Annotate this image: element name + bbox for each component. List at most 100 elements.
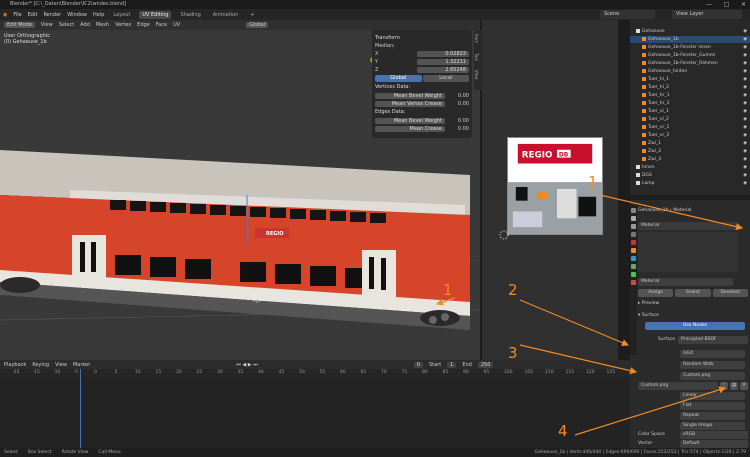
visibility-eye-icon[interactable]: ◉ bbox=[743, 68, 747, 75]
material-slot-list[interactable]: Material bbox=[638, 222, 738, 230]
outliner-row[interactable]: Gehaeuse_1b-Fenster innen ◉ bbox=[630, 44, 750, 51]
mean-crease-field[interactable]: Mean Crease bbox=[375, 125, 445, 132]
projection-dropdown[interactable]: Flat bbox=[680, 402, 745, 410]
visibility-eye-icon[interactable]: ◉ bbox=[743, 44, 747, 51]
outliner-row[interactable]: Tuer_hl_1 ◉ bbox=[630, 76, 750, 83]
vector-field[interactable]: Default bbox=[680, 440, 748, 448]
outliner-row[interactable]: Gehaeuse ◉ bbox=[630, 28, 750, 35]
tl-menu-view[interactable]: View bbox=[55, 362, 67, 368]
maximize-icon[interactable]: □ bbox=[724, 0, 730, 9]
interpolation-dropdown[interactable]: Linear bbox=[680, 392, 745, 400]
end-frame-field[interactable]: 250 bbox=[477, 361, 494, 368]
tab-view[interactable]: View bbox=[474, 66, 479, 84]
minimize-icon[interactable]: — bbox=[706, 0, 712, 9]
material-slot-area[interactable] bbox=[638, 232, 738, 272]
viewlayer-selector[interactable]: View Layer bbox=[672, 10, 742, 19]
playback-controls-icon[interactable]: ⏮ ◀ ▶ ⏭ bbox=[236, 362, 257, 368]
data-tab-icon[interactable] bbox=[631, 272, 636, 277]
visibility-eye-icon[interactable]: ◉ bbox=[743, 52, 747, 59]
outliner-row[interactable]: Zwi_3 ◉ bbox=[630, 156, 750, 163]
material-name-field[interactable]: Material bbox=[638, 278, 733, 286]
fake-user-icon[interactable]: ♡ bbox=[720, 382, 728, 390]
menu-window[interactable]: Window bbox=[67, 12, 87, 18]
preview-section[interactable]: ▸ Preview bbox=[638, 300, 748, 308]
visibility-eye-icon[interactable]: ◉ bbox=[743, 92, 747, 99]
global-toggle[interactable]: Global bbox=[375, 75, 422, 82]
output-tab-icon[interactable] bbox=[631, 224, 636, 229]
menu-render[interactable]: Render bbox=[43, 12, 61, 18]
visibility-eye-icon[interactable]: ◉ bbox=[743, 180, 747, 187]
visibility-eye-icon[interactable]: ◉ bbox=[743, 36, 747, 43]
uv-texture-image[interactable]: REGIO DB bbox=[507, 137, 603, 235]
tab-shading[interactable]: Shading bbox=[177, 11, 203, 19]
physics-tab-icon[interactable] bbox=[631, 264, 636, 269]
outliner-row[interactable]: Gehaeuse_1b-Fenster_Rahmen ◉ bbox=[630, 60, 750, 67]
scene-selector[interactable]: Scene bbox=[600, 10, 655, 19]
visibility-eye-icon[interactable]: ◉ bbox=[743, 156, 747, 163]
mean-vertex-crease-field[interactable]: Mean Vertex Crease bbox=[375, 100, 445, 107]
vp-menu-mesh[interactable]: Mesh bbox=[96, 22, 109, 28]
surface-shader-field[interactable]: Principled BSDF bbox=[678, 336, 748, 344]
menu-edit[interactable]: Edit bbox=[28, 12, 38, 18]
visibility-eye-icon[interactable]: ◉ bbox=[743, 84, 747, 91]
visibility-eye-icon[interactable]: ◉ bbox=[743, 172, 747, 179]
extension-dropdown[interactable]: Repeat bbox=[680, 412, 745, 420]
outliner-row[interactable]: Tuer_vr_2 ◉ bbox=[630, 132, 750, 139]
outliner-row[interactable]: Tuer_vr_1 ◉ bbox=[630, 124, 750, 131]
blender-logo-icon[interactable]: ◉ bbox=[3, 12, 7, 18]
playhead[interactable] bbox=[80, 369, 81, 448]
outliner-row[interactable]: Lamp ◉ bbox=[630, 180, 750, 187]
surface-section[interactable]: ▾ Surface bbox=[638, 312, 748, 320]
vp-menu-uv[interactable]: UV bbox=[173, 22, 180, 28]
tab-uv-editing[interactable]: UV Editing bbox=[139, 10, 172, 19]
visibility-eye-icon[interactable]: ◉ bbox=[743, 60, 747, 67]
object-tab-icon[interactable] bbox=[631, 248, 636, 253]
source-dropdown[interactable]: Single Image bbox=[680, 422, 745, 430]
deselect-button[interactable]: Deselect bbox=[712, 289, 748, 297]
orientation-selector[interactable]: Global bbox=[246, 22, 269, 28]
color-space-dropdown[interactable]: sRGB bbox=[680, 431, 748, 439]
visibility-eye-icon[interactable]: ◉ bbox=[743, 124, 747, 131]
tab-layout[interactable]: Layout bbox=[110, 11, 133, 19]
vp-menu-select[interactable]: Select bbox=[59, 22, 74, 28]
render-tab-icon[interactable] bbox=[631, 216, 636, 221]
outliner-row[interactable]: Tuer_hr_2 ◉ bbox=[630, 100, 750, 107]
x-field[interactable]: 0.02823 bbox=[417, 50, 469, 57]
outliner-row[interactable]: Gehaeuse_1b ◉ bbox=[630, 36, 750, 43]
material-tab-icon[interactable] bbox=[631, 280, 636, 285]
tl-menu-marker[interactable]: Marker bbox=[73, 362, 90, 368]
local-toggle[interactable]: Local bbox=[422, 75, 469, 82]
menu-file[interactable]: File bbox=[13, 12, 21, 18]
mode-selector[interactable]: Edit Mode bbox=[4, 22, 35, 28]
base-color-field[interactable]: Custom.png bbox=[680, 372, 745, 380]
visibility-eye-icon[interactable]: ◉ bbox=[743, 148, 747, 155]
y-field[interactable]: 1.32211 bbox=[417, 58, 469, 65]
vp-menu-add[interactable]: Add bbox=[80, 22, 90, 28]
tab-item[interactable]: Item bbox=[474, 30, 479, 48]
outliner-row[interactable]: Tuer_hr_1 ◉ bbox=[630, 92, 750, 99]
vp-menu-vertex[interactable]: Vertex bbox=[115, 22, 131, 28]
scene-tab-icon[interactable] bbox=[631, 232, 636, 237]
open-image-icon[interactable]: ▤ bbox=[730, 382, 738, 390]
mean-bevel-field[interactable]: Mean Bevel Weight bbox=[375, 92, 445, 99]
tool-tab-icon[interactable] bbox=[631, 208, 636, 213]
mean-bevel-edge-field[interactable]: Mean Bevel Weight bbox=[375, 117, 445, 124]
add-workspace-button[interactable]: + bbox=[247, 11, 257, 19]
image-name-field[interactable]: Custom.png bbox=[638, 382, 718, 390]
assign-button[interactable]: Assign bbox=[638, 289, 674, 297]
subsurface-method-dropdown[interactable]: Random Walk bbox=[680, 361, 745, 369]
visibility-eye-icon[interactable]: ◉ bbox=[743, 140, 747, 147]
visibility-eye-icon[interactable]: ◉ bbox=[743, 116, 747, 123]
outliner-row[interactable]: Zwi_2 ◉ bbox=[630, 148, 750, 155]
vp-menu-face[interactable]: Face bbox=[156, 22, 167, 28]
visibility-eye-icon[interactable]: ◉ bbox=[743, 100, 747, 107]
outliner[interactable]: Gehaeuse ◉ Gehaeuse_1b ◉ Gehaeuse_1b-Fenster… bbox=[630, 20, 750, 195]
outliner-row[interactable]: Zwi_1 ◉ bbox=[630, 140, 750, 147]
modifier-tab-icon[interactable] bbox=[631, 256, 636, 261]
vp-menu-edge[interactable]: Edge bbox=[137, 22, 150, 28]
close-icon[interactable]: ✕ bbox=[741, 0, 746, 9]
outliner-row[interactable]: Innen ◉ bbox=[630, 164, 750, 171]
outliner-row[interactable]: Gehaeuse_hinten ◉ bbox=[630, 68, 750, 75]
menu-help[interactable]: Help bbox=[93, 12, 104, 18]
visibility-eye-icon[interactable]: ◉ bbox=[743, 132, 747, 139]
